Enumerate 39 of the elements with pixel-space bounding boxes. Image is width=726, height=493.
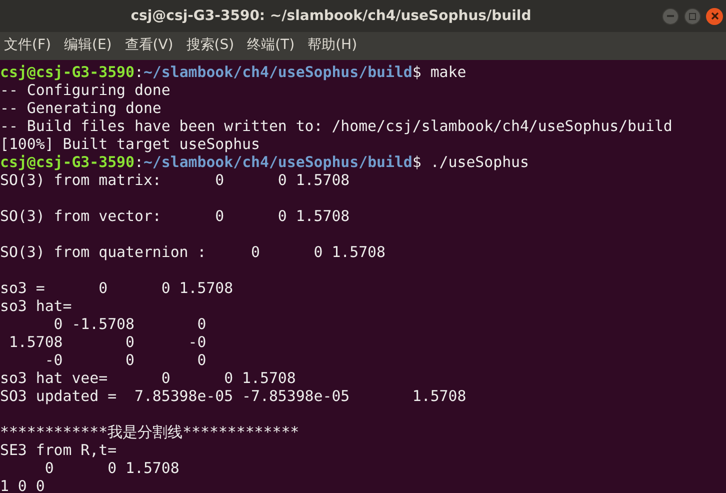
output-text: so3 = 0 0 1.5708: [0, 279, 234, 297]
prompt-user: csj@csj-G3-3590: [0, 153, 134, 171]
menu-item[interactable]: 编辑(E): [64, 34, 112, 56]
prompt-symbol: $: [412, 63, 422, 81]
output-text: 1 0 0: [0, 477, 45, 493]
prompt-path: ~/slambook/ch4/useSophus/build: [143, 153, 412, 171]
output-text: 1.5708 0 -0: [8, 333, 206, 351]
window-title: csj@csj-G3-3590: ~/slambook/ch4/useSophus/build: [130, 6, 532, 26]
output-text: SO(3) from matrix: 0 0 1.5708: [0, 171, 350, 189]
prompt-path: ~/slambook/ch4/useSophus/build: [143, 63, 412, 81]
output-text: -- Generating done: [0, 99, 162, 117]
output-text: -0 0 0: [44, 351, 206, 369]
menu-item[interactable]: 搜索(S): [186, 34, 234, 56]
prompt-symbol: $: [412, 153, 422, 171]
output-text: 0 -1.5708 0: [52, 315, 206, 333]
output-text: -- Build files have been written to: /home/csj/slambook/ch4/useSophus/build: [0, 117, 672, 135]
output-text: 0 0 1.5708: [44, 459, 180, 477]
prompt-separator: :: [134, 63, 144, 81]
prompt-user: csj@csj-G3-3590: [0, 63, 134, 81]
output-text: SE3 from R,t=: [0, 441, 117, 459]
output-text: -- Configuring done: [0, 81, 170, 99]
output-text: SO(3) from quaternion : 0 0 1.5708: [0, 243, 386, 261]
output-text: [100%] Built target useSophus: [0, 135, 260, 153]
output-text: so3 hat vee= 0 0 1.5708: [0, 369, 296, 387]
menu-item[interactable]: 文件(F): [4, 34, 51, 56]
output-text: so3 hat=: [0, 297, 72, 315]
output-text: ************我是分割线*************: [0, 423, 300, 441]
close-icon: [710, 12, 718, 20]
output-text: SO3 updated = 7.85398e-05 -7.85398e-05 1.5708: [0, 387, 466, 405]
menu-item[interactable]: 帮助(H): [308, 34, 358, 56]
output-text: SO(3) from vector: 0 0 1.5708: [0, 207, 350, 225]
prompt-separator: :: [134, 153, 144, 171]
menu-item[interactable]: 查看(V): [124, 34, 174, 56]
minimize-button[interactable]: [662, 8, 679, 24]
close-button[interactable]: [706, 8, 723, 24]
menu-item[interactable]: 终端(T): [247, 34, 295, 56]
maximize-button[interactable]: [684, 8, 701, 24]
command-text: ./useSophus: [430, 153, 529, 171]
command-text: make: [430, 63, 466, 81]
